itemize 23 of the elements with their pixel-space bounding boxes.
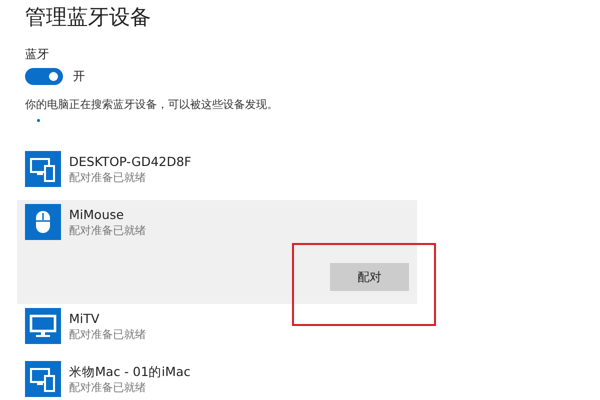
- device-name: MiTV: [69, 310, 100, 327]
- page-title: 管理蓝牙设备: [25, 4, 152, 31]
- device-status: 配对准备已就绪: [69, 223, 146, 238]
- computer-phone-icon: [25, 361, 61, 397]
- computer-phone-icon: [25, 151, 61, 187]
- device-status: 配对准备已就绪: [69, 327, 146, 342]
- device-item[interactable]: MiTV 配对准备已就绪: [17, 304, 417, 357]
- pair-button[interactable]: 配对: [330, 263, 409, 291]
- device-item[interactable]: 米物Mac - 01的iMac 配对准备已就绪: [17, 357, 417, 400]
- device-item-selected[interactable]: MiMouse 配对准备已就绪 配对: [17, 200, 417, 304]
- monitor-icon: [25, 308, 61, 344]
- toggle-state-text: 开: [73, 68, 85, 85]
- device-item[interactable]: DESKTOP-GD42D8F 配对准备已就绪: [17, 147, 417, 200]
- device-status: 配对准备已就绪: [69, 380, 147, 395]
- device-name: 米物Mac - 01的iMac: [69, 363, 190, 380]
- bluetooth-label: 蓝牙: [25, 46, 50, 62]
- device-name: MiMouse: [69, 206, 125, 223]
- progress-dot: [37, 119, 40, 122]
- device-name: DESKTOP-GD42D8F: [69, 153, 192, 170]
- search-status-text: 你的电脑正在搜索蓝牙设备，可以被这些设备发现。: [25, 97, 279, 112]
- device-status: 配对准备已就绪: [69, 170, 147, 185]
- mouse-icon: [25, 204, 61, 240]
- bluetooth-toggle[interactable]: [25, 68, 63, 85]
